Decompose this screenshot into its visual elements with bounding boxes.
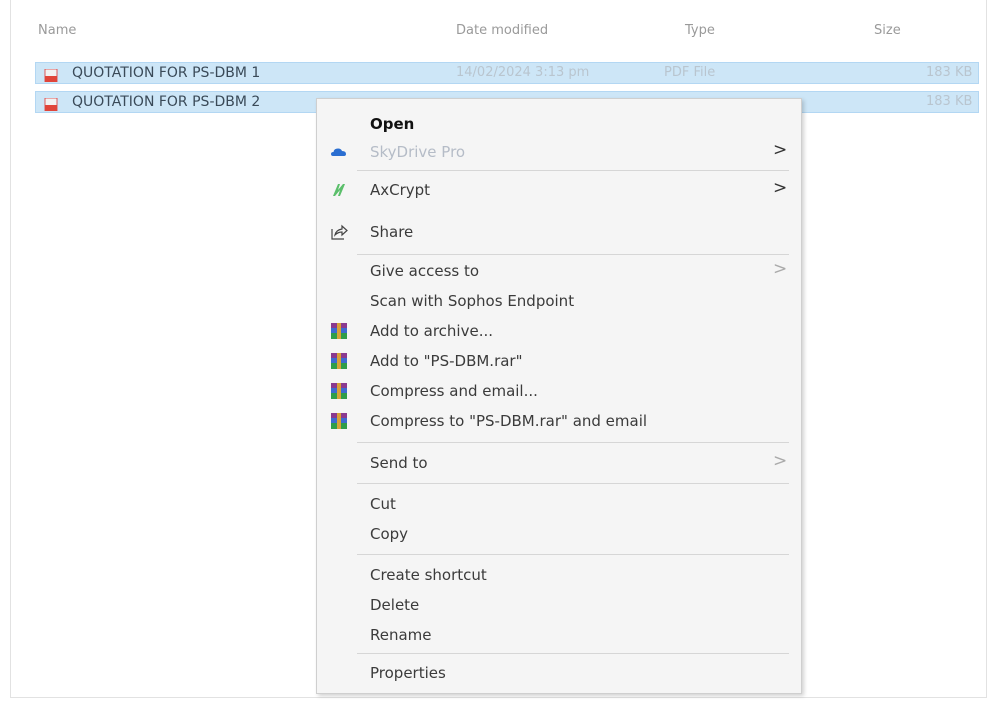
menu-item-create-shortcut[interactable]: Create shortcut xyxy=(317,561,801,589)
menu-separator xyxy=(357,170,789,171)
menu-separator xyxy=(357,483,789,484)
menu-item-label: Copy xyxy=(370,525,409,543)
menu-item-label: Properties xyxy=(370,664,446,682)
axcrypt-icon xyxy=(330,181,348,199)
menu-separator xyxy=(357,554,789,555)
menu-item-label: Give access to xyxy=(370,262,480,280)
menu-item-label: Add to "PS-DBM.rar" xyxy=(370,352,523,370)
chevron-right-icon: > xyxy=(773,140,788,160)
menu-item-send-to[interactable]: Send to > xyxy=(317,449,801,477)
file-date: 14/02/2024 3:13 pm xyxy=(456,65,590,80)
context-menu: Open SkyDrive Pro > AxCrypt > Share Give… xyxy=(316,98,802,694)
menu-item-skydrive-pro[interactable]: SkyDrive Pro > xyxy=(317,138,801,166)
menu-item-scan-sophos[interactable]: Scan with Sophos Endpoint xyxy=(317,287,801,315)
menu-item-copy[interactable]: Copy xyxy=(317,520,801,548)
menu-item-label: Share xyxy=(370,223,414,241)
menu-item-delete[interactable]: Delete xyxy=(317,591,801,619)
menu-item-cut[interactable]: Cut xyxy=(317,490,801,518)
winrar-icon xyxy=(330,322,348,340)
menu-item-label: Compress and email... xyxy=(370,382,538,400)
file-size: 183 KB xyxy=(926,65,973,80)
menu-item-label: Add to archive... xyxy=(370,322,493,340)
column-header-name[interactable]: Name xyxy=(38,23,76,38)
chevron-right-icon: > xyxy=(773,178,788,198)
menu-item-give-access[interactable]: Give access to > xyxy=(317,257,801,285)
menu-item-add-to-rar[interactable]: Add to "PS-DBM.rar" xyxy=(317,347,801,375)
menu-separator xyxy=(357,653,789,654)
menu-item-compress-rar-email[interactable]: Compress to "PS-DBM.rar" and email xyxy=(317,407,801,435)
menu-item-open[interactable]: Open xyxy=(317,110,801,138)
menu-item-compress-email[interactable]: Compress and email... xyxy=(317,377,801,405)
menu-item-share[interactable]: Share xyxy=(317,218,801,246)
file-name: QUOTATION FOR PS-DBM 1 xyxy=(72,65,261,81)
menu-item-label: Compress to "PS-DBM.rar" and email xyxy=(370,412,648,430)
column-header-size[interactable]: Size xyxy=(874,23,901,38)
menu-item-label: Rename xyxy=(370,626,432,644)
menu-separator xyxy=(357,254,789,255)
menu-item-properties[interactable]: Properties xyxy=(317,659,801,687)
winrar-icon xyxy=(330,412,348,430)
menu-item-label: SkyDrive Pro xyxy=(370,143,466,161)
menu-item-label: Scan with Sophos Endpoint xyxy=(370,292,575,310)
menu-separator xyxy=(357,442,789,443)
menu-item-axcrypt[interactable]: AxCrypt > xyxy=(317,176,801,204)
menu-item-label: Cut xyxy=(370,495,396,513)
column-header-type[interactable]: Type xyxy=(685,23,715,38)
chevron-right-icon: > xyxy=(773,451,788,471)
winrar-icon xyxy=(330,382,348,400)
share-icon xyxy=(330,223,348,241)
winrar-icon xyxy=(330,352,348,370)
file-row[interactable]: QUOTATION FOR PS-DBM 1 14/02/2024 3:13 p… xyxy=(35,62,979,84)
pdf-file-icon xyxy=(44,67,58,83)
menu-item-label: Send to xyxy=(370,454,428,472)
file-name: QUOTATION FOR PS-DBM 2 xyxy=(72,94,261,110)
menu-item-label: AxCrypt xyxy=(370,181,431,199)
menu-item-add-to-archive[interactable]: Add to archive... xyxy=(317,317,801,345)
file-type: PDF File xyxy=(664,65,716,80)
menu-item-rename[interactable]: Rename xyxy=(317,621,801,649)
menu-item-label: Delete xyxy=(370,596,420,614)
cloud-icon xyxy=(330,143,348,161)
file-size: 183 KB xyxy=(926,94,973,109)
chevron-right-icon: > xyxy=(773,259,788,279)
pdf-file-icon xyxy=(44,96,58,112)
menu-item-label: Open xyxy=(370,115,415,133)
menu-item-label: Create shortcut xyxy=(370,566,487,584)
column-header-date-modified[interactable]: Date modified xyxy=(456,23,548,38)
